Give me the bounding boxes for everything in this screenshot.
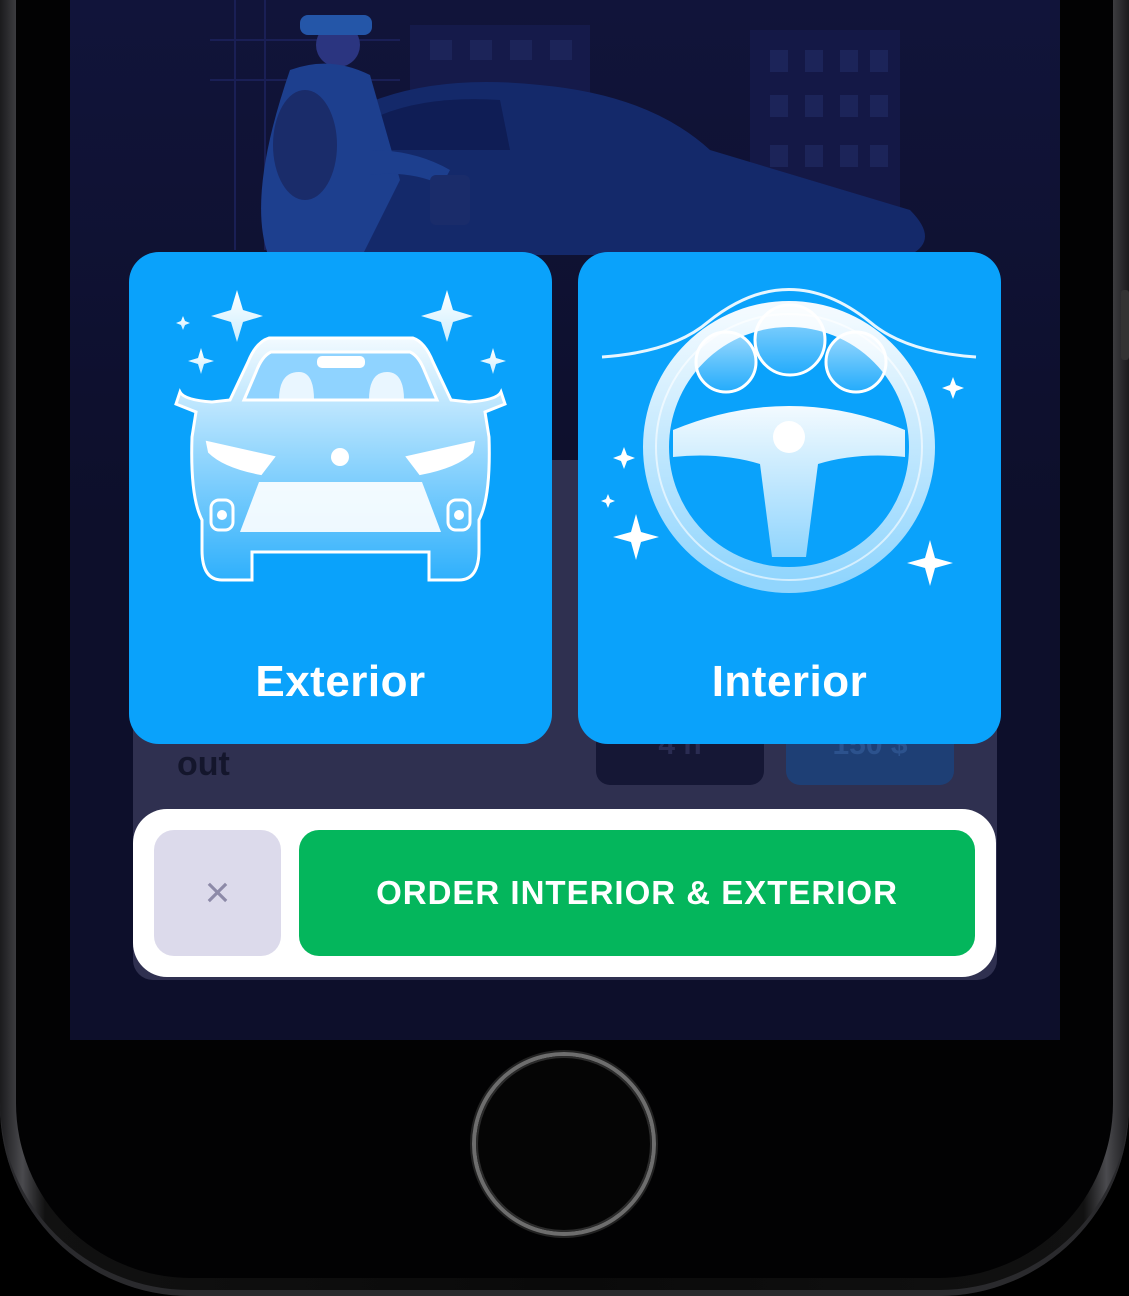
interior-option-card[interactable]: Interior [578, 252, 1001, 744]
car-front-icon [174, 290, 507, 582]
action-bar: × ORDER INTERIOR & EXTERIOR [133, 809, 996, 977]
interior-label: Interior [711, 657, 868, 706]
exterior-option-card[interactable]: Exterior [129, 252, 552, 744]
phone-home-button[interactable] [476, 1056, 652, 1232]
steering-wheel-icon [601, 288, 977, 593]
close-button[interactable]: × [154, 830, 281, 956]
order-interior-exterior-button[interactable]: ORDER INTERIOR & EXTERIOR [299, 830, 975, 956]
exterior-label: Exterior [255, 657, 426, 706]
phone-side-button [1121, 290, 1129, 360]
background-partial-text: out [177, 745, 230, 783]
close-icon: × [204, 868, 231, 917]
